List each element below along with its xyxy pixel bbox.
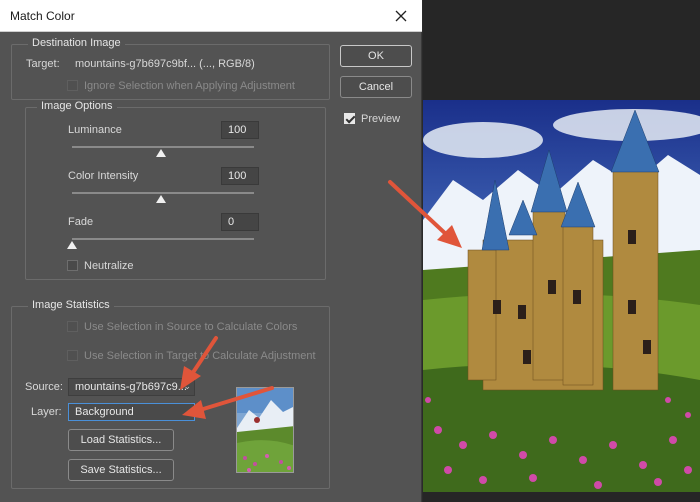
- ok-button[interactable]: OK: [340, 45, 412, 67]
- fade-slider-thumb[interactable]: [67, 241, 77, 249]
- use-selection-target-label: Use Selection in Target to Calculate Adj…: [84, 350, 316, 362]
- load-statistics-button[interactable]: Load Statistics...: [68, 429, 174, 451]
- chevron-down-icon: ⌄: [183, 381, 191, 391]
- neutralize-checkbox[interactable]: [67, 260, 78, 271]
- use-selection-source-checkbox[interactable]: [67, 321, 78, 332]
- luminance-slider-thumb[interactable]: [156, 149, 166, 157]
- target-label: Target:: [26, 58, 60, 70]
- save-statistics-button[interactable]: Save Statistics...: [68, 459, 174, 481]
- source-dropdown[interactable]: mountains-g7b697c9... ⌄: [68, 378, 195, 396]
- ignore-selection-checkbox[interactable]: [67, 80, 78, 91]
- castle-photo: [423, 100, 700, 492]
- use-selection-source-label: Use Selection in Source to Calculate Col…: [84, 321, 298, 333]
- source-label: Source:: [25, 381, 63, 393]
- close-icon[interactable]: [388, 3, 414, 29]
- color-intensity-label: Color Intensity: [68, 170, 139, 182]
- target-value: mountains-g7b697c9bf... (..., RGB/8): [75, 58, 255, 70]
- title-bar: Match Color: [0, 0, 422, 32]
- color-intensity-slider-thumb[interactable]: [156, 195, 166, 203]
- fade-input[interactable]: 0: [221, 213, 259, 231]
- source-value: mountains-g7b697c9...: [75, 381, 187, 393]
- luminance-label: Luminance: [68, 124, 122, 136]
- color-intensity-slider-track[interactable]: [72, 192, 254, 194]
- image-statistics-legend: Image Statistics: [28, 299, 114, 311]
- preview-checkbox[interactable]: [344, 113, 355, 124]
- use-selection-target-checkbox[interactable]: [67, 350, 78, 361]
- layer-value: Background: [75, 406, 134, 418]
- destination-image-legend: Destination Image: [28, 37, 125, 49]
- image-options-legend: Image Options: [37, 100, 117, 112]
- ignore-selection-label: Ignore Selection when Applying Adjustmen…: [84, 80, 295, 92]
- layer-label: Layer:: [31, 406, 62, 418]
- fade-label: Fade: [68, 216, 94, 228]
- source-thumbnail: [236, 387, 294, 473]
- dialog-title: Match Color: [10, 9, 75, 23]
- cancel-button[interactable]: Cancel: [340, 76, 412, 98]
- match-color-dialog: Match Color Destination Image Target: mo…: [0, 0, 422, 502]
- preview-label: Preview: [361, 113, 401, 125]
- luminance-slider-track[interactable]: [72, 146, 254, 148]
- luminance-input[interactable]: 100: [221, 121, 259, 139]
- color-intensity-input[interactable]: 100: [221, 167, 259, 185]
- neutralize-label: Neutralize: [84, 260, 134, 272]
- layer-dropdown[interactable]: Background: [68, 403, 195, 421]
- fade-slider-track[interactable]: [72, 238, 254, 240]
